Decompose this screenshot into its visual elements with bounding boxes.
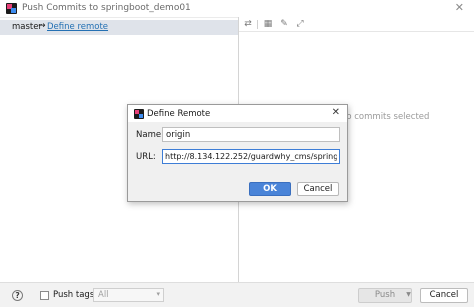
no-commits-selected-text: No commits selected bbox=[340, 112, 430, 122]
window-title: Push Commits to springboot_demo01 bbox=[22, 3, 191, 13]
expand-icon[interactable]: ⤢ bbox=[295, 19, 305, 29]
push-tags-label: Push tags: bbox=[53, 290, 98, 300]
dialog-cancel-button[interactable]: Cancel bbox=[297, 182, 339, 196]
ok-button[interactable]: OK bbox=[249, 182, 291, 196]
changes-toolbar: ⇄ ▦ ✎ ⤢ bbox=[239, 17, 474, 32]
define-remote-dialog: Define Remote ✕ Name: URL: OK Cancel bbox=[127, 104, 348, 202]
push-tags-selected-value: All bbox=[98, 290, 109, 300]
name-label: Name: bbox=[136, 130, 164, 140]
push-dropdown-icon[interactable]: ▼ bbox=[404, 288, 413, 303]
dialog-title: Define Remote bbox=[147, 109, 211, 119]
diff-icon[interactable]: ⇄ bbox=[243, 19, 253, 29]
group-icon[interactable]: ▦ bbox=[263, 19, 273, 29]
remote-url-input[interactable] bbox=[162, 149, 340, 164]
remote-name-input[interactable] bbox=[162, 127, 340, 142]
dialog-titlebar: Define Remote ✕ bbox=[128, 105, 347, 122]
push-arrow-icon: → bbox=[38, 21, 46, 31]
window-titlebar: Push Commits to springboot_demo01 ✕ bbox=[0, 0, 474, 17]
url-label: URL: bbox=[136, 152, 156, 162]
push-tags-checkbox[interactable] bbox=[40, 291, 49, 300]
edit-icon[interactable]: ✎ bbox=[279, 19, 289, 29]
window-close-icon[interactable]: ✕ bbox=[455, 1, 464, 14]
bottom-action-bar: ? Push tags: All ▾ Push ▼ Cancel bbox=[0, 282, 474, 307]
intellij-app-icon bbox=[6, 3, 17, 14]
help-icon[interactable]: ? bbox=[12, 290, 23, 301]
chevron-down-icon: ▾ bbox=[156, 290, 160, 298]
cancel-button[interactable]: Cancel bbox=[420, 288, 468, 303]
push-tags-select[interactable]: All ▾ bbox=[93, 288, 164, 302]
toolbar-separator bbox=[257, 20, 258, 29]
branch-row-selected[interactable]: master → Define remote bbox=[0, 20, 238, 35]
intellij-app-icon bbox=[134, 109, 144, 119]
dialog-close-icon[interactable]: ✕ bbox=[332, 107, 340, 118]
define-remote-link[interactable]: Define remote bbox=[47, 22, 108, 32]
